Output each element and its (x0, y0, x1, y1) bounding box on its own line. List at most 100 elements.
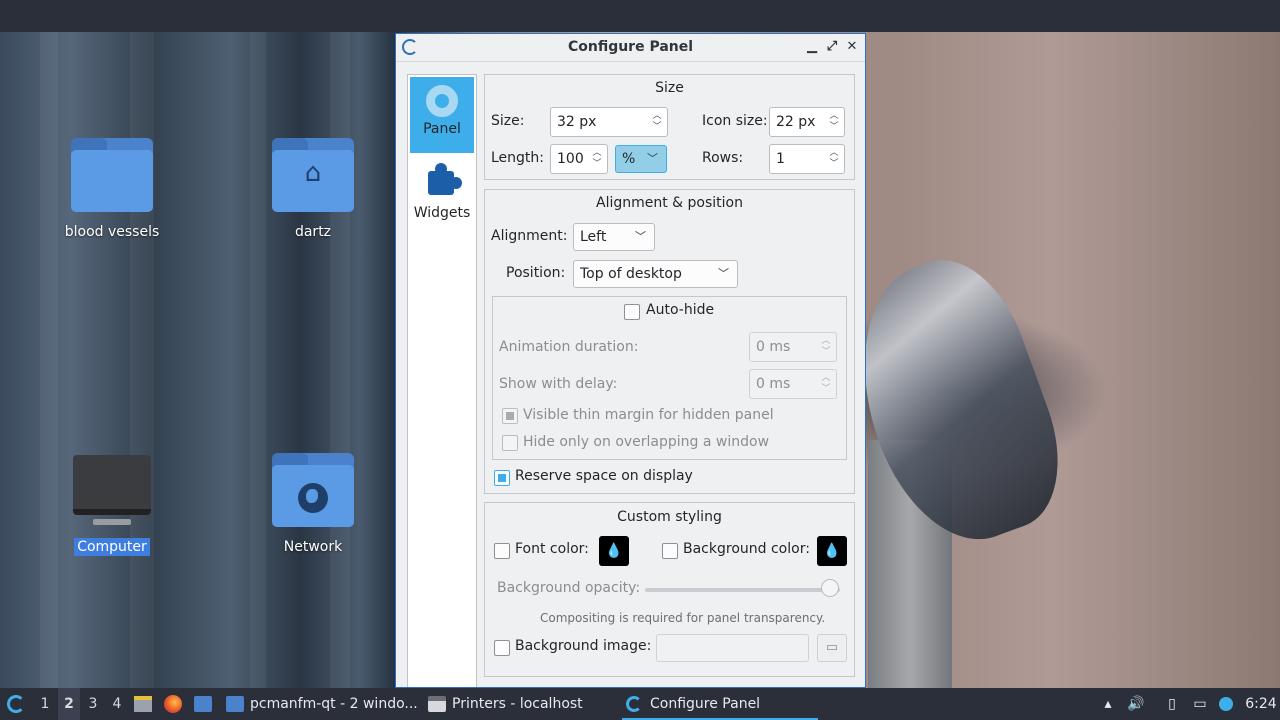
show-desktop-icon (194, 696, 212, 712)
overlap-label: Hide only on overlapping a window (523, 434, 770, 450)
rows-value: 1 (776, 151, 785, 167)
reserve-space-checkbox[interactable] (494, 470, 510, 486)
desktop-icon-label: blood vessels (64, 224, 160, 240)
alignment-value: Left (580, 229, 607, 245)
clock[interactable]: 6:24 (1244, 688, 1278, 720)
size-spinbox[interactable]: 32 px ︿ ﹀ (550, 107, 668, 137)
sidebar-item-widgets[interactable]: Widgets (410, 155, 474, 231)
alignment-label: Alignment: (491, 228, 568, 244)
firefox-launcher[interactable] (164, 688, 184, 720)
minimize-button[interactable]: ▁ (803, 38, 821, 56)
font-color-checkbox[interactable] (494, 543, 510, 559)
wallpaper-stripe (250, 32, 266, 688)
length-value: 100 (557, 151, 584, 167)
folder-icon (71, 138, 153, 214)
chevron-down-icon: ﹀ (635, 230, 646, 243)
spin-down-icon[interactable]: ﹀ (651, 122, 663, 133)
tray-arrow-icon[interactable]: ▴ (1096, 688, 1120, 720)
main-menu-button[interactable] (4, 688, 28, 720)
close-button[interactable]: ✕ (843, 38, 861, 56)
volume-icon[interactable]: 🔊 (1124, 688, 1148, 720)
top-panel (0, 0, 1280, 32)
title-bar[interactable]: Configure Panel ▁ ⤢ ✕ (396, 34, 865, 62)
background-image-checkbox[interactable] (494, 640, 510, 656)
reserve-space-label: Reserve space on display (515, 468, 693, 484)
maximize-button[interactable]: ⤢ (823, 38, 841, 56)
size-label: Size: (491, 113, 525, 129)
show-delay-spinbox[interactable]: 0 ms ︿ ﹀ (749, 369, 837, 399)
animation-duration-value: 0 ms (756, 339, 791, 355)
workspace-1[interactable]: 1 (34, 688, 56, 720)
chevron-down-icon: ﹀ (647, 152, 658, 165)
background-color-label: Background color: (683, 541, 810, 557)
desktop-icon-dartz[interactable]: ⌂ dartz (258, 138, 368, 240)
position-combo[interactable]: Top of desktop ﹀ (573, 260, 738, 288)
task-label: pcmanfm-qt - 2 windo... (250, 696, 418, 712)
show-delay-value: 0 ms (756, 376, 791, 392)
file-manager-launcher[interactable] (134, 688, 154, 720)
spin-down-icon[interactable]: ﹀ (828, 159, 840, 170)
wallpaper-stripe (130, 32, 154, 688)
overlap-checkbox[interactable] (502, 435, 518, 451)
desktop-icon-network[interactable]: Network (258, 453, 368, 555)
desktop-icon-blood-vessels[interactable]: blood vessels (57, 138, 167, 240)
spin-up-icon: ︿ (821, 336, 831, 346)
taskbar: 1 2 3 4 pcmanfm-qt - 2 windo... Printers… (0, 688, 1280, 720)
spin-down-icon[interactable]: ﹀ (828, 122, 840, 133)
icon-size-spinbox[interactable]: 22 px ︿ ﹀ (769, 107, 845, 137)
spin-up-icon[interactable]: ︿ (828, 148, 840, 159)
position-value: Top of desktop (580, 266, 682, 282)
browse-image-button[interactable]: ▭ (817, 634, 847, 662)
color-drop-icon: 💧 (605, 543, 623, 559)
spin-up-icon[interactable]: ︿ (828, 111, 840, 122)
thin-margin-label: Visible thin margin for hidden panel (523, 407, 774, 423)
animation-duration-spinbox[interactable]: 0 ms ︿ ﹀ (749, 332, 837, 362)
workspace-3[interactable]: 3 (82, 688, 104, 720)
opacity-slider-handle[interactable] (821, 579, 839, 597)
task-label: Printers - localhost (452, 696, 583, 712)
computer-icon (71, 453, 153, 529)
spin-down-icon: ﹀ (821, 347, 831, 357)
group-title: Size (655, 80, 684, 96)
spin-up-icon[interactable]: ︿ (591, 148, 603, 159)
alignment-combo[interactable]: Left ﹀ (573, 223, 655, 251)
sidebar-item-panel[interactable]: Panel (410, 77, 474, 153)
network-icon[interactable]: ▭ (1188, 688, 1212, 720)
size-value: 32 px (557, 114, 597, 130)
gear-icon (426, 85, 458, 117)
opacity-slider-track[interactable] (645, 588, 840, 592)
desktop-icon-computer[interactable]: Computer (57, 453, 167, 556)
desktop-launcher[interactable] (194, 688, 214, 720)
autohide-checkbox[interactable] (624, 304, 640, 320)
autohide-label: Auto-hide (646, 302, 715, 318)
background-image-field[interactable] (656, 634, 809, 662)
color-drop-icon: 💧 (823, 543, 841, 559)
update-notifier-icon[interactable] (1214, 688, 1238, 720)
position-label: Position: (506, 265, 566, 281)
length-spinbox[interactable]: 100 ︿ ﹀ (550, 144, 608, 174)
length-unit-combo[interactable]: % ﹀ (615, 145, 667, 173)
group-title: Alignment & position (596, 195, 743, 211)
sidebar-item-label: Panel (423, 121, 461, 137)
desktop-icon-label: dartz (294, 224, 332, 240)
spin-down-icon[interactable]: ﹀ (591, 159, 603, 170)
task-configure-panel[interactable]: Configure Panel (622, 688, 818, 720)
spin-up-icon: ︿ (821, 373, 831, 383)
desktop-icon-label: Computer (74, 538, 150, 556)
task-pcmanfm[interactable]: pcmanfm-qt - 2 windo... (222, 688, 418, 720)
wallpaper-stripe (40, 32, 58, 688)
spin-up-icon[interactable]: ︿ (651, 111, 663, 122)
firefox-icon (164, 695, 182, 713)
icon-size-label: Icon size: (702, 113, 768, 129)
clipboard-icon[interactable]: ▯ (1160, 688, 1184, 720)
window-title: Configure Panel (567, 39, 694, 55)
task-printers[interactable]: Printers - localhost (424, 688, 614, 720)
background-color-button[interactable]: 💧 (817, 536, 847, 566)
network-folder-icon (272, 453, 354, 529)
background-color-checkbox[interactable] (662, 543, 678, 559)
thin-margin-checkbox[interactable] (502, 408, 518, 424)
workspace-4[interactable]: 4 (106, 688, 128, 720)
workspace-2[interactable]: 2 (58, 688, 80, 720)
font-color-button[interactable]: 💧 (599, 536, 629, 566)
rows-spinbox[interactable]: 1 ︿ ﹀ (769, 144, 845, 174)
